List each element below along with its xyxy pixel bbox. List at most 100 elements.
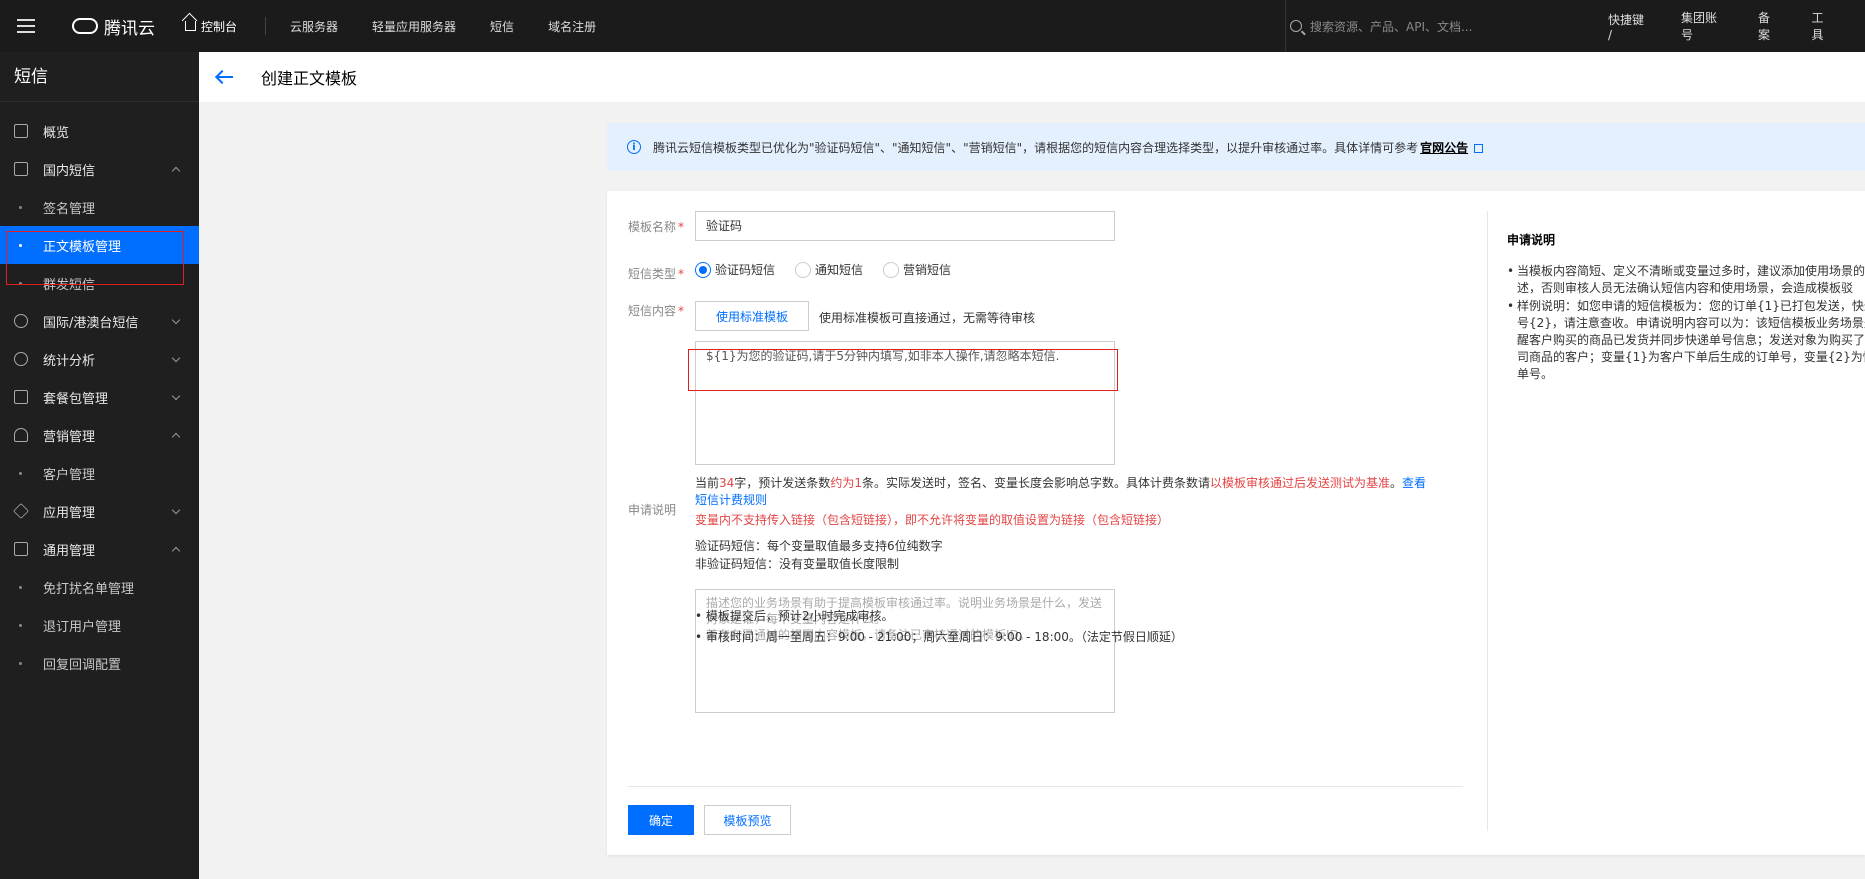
search-input[interactable]: 搜索资源、产品、API、文档...: [1290, 0, 1472, 52]
name-label: 模板名称 *: [628, 220, 685, 234]
review-note-1: • 模板提交后，预计2小时完成审核。: [695, 609, 894, 623]
sidebar-item-signature[interactable]: 签名管理: [0, 188, 199, 226]
panel-line: 述，否则审核人员无法确认短信内容和使用场景，会造成模板驳: [1517, 281, 1854, 295]
sidebar-item-label: 应用管理: [43, 505, 96, 521]
char-count-text: 当前34字，预计发送条数约为1条。实际发送时，签名、变量长度会影响总字数。具体计…: [695, 476, 1427, 507]
sidebar-item-stats[interactable]: 统计分析: [0, 340, 199, 378]
sidebar-item-template[interactable]: 正文模板管理: [0, 226, 199, 264]
console-link[interactable]: 控制台: [185, 18, 237, 35]
console-label: 控制台: [201, 19, 238, 34]
link-warning: 变量内不支持传入链接（包含短链接），即不允许将变量的取值设置为链接（包含短链接）: [695, 513, 1170, 527]
pie-chart-icon: [14, 352, 28, 366]
sidebar-item-label: 统计分析: [43, 353, 96, 369]
tools-link[interactable]: 工具: [1811, 9, 1835, 43]
info-icon: i: [627, 140, 641, 154]
logo[interactable]: 腾讯云: [72, 14, 155, 39]
sidebar-item-general[interactable]: 通用管理: [0, 530, 199, 568]
sidebar-item-domestic[interactable]: 国内短信: [0, 150, 199, 188]
top-nav: 云服务器 轻量应用服务器 短信 域名注册: [290, 18, 596, 35]
search-placeholder: 搜索资源、产品、API、文档...: [1310, 19, 1473, 34]
logo-text: 腾讯云: [104, 18, 155, 39]
chevron-up-icon: [171, 166, 181, 176]
sidebar-item-customer[interactable]: 客户管理: [0, 454, 199, 492]
bullet-dot: [19, 206, 22, 209]
panel-divider: [1487, 211, 1488, 831]
bullet-dot: [19, 624, 22, 627]
bullet-dot: [19, 244, 22, 247]
home-icon: [185, 21, 196, 31]
package-icon: [14, 390, 28, 404]
icp-link[interactable]: 备案: [1758, 9, 1782, 43]
external-link-icon[interactable]: [1474, 143, 1484, 153]
sidebar: 短信 概览 国内短信 签名管理 正文模板管理 群发短信 国际/港澳台短信 统计分…: [0, 52, 199, 879]
panel-line: 号{2}，请注意查收。申请说明内容可以为：该短信模板业务场景是: [1517, 316, 1865, 330]
form-card: 模板名称 * 验证码 短信类型 * 验证码短信 通知短信 营销短信 短信内容 * 使用…: [607, 191, 1865, 855]
sidebar-item-label: 国际/港澳台短信: [43, 315, 139, 331]
top-right-menu: 快捷键 / 集团账号 备案 工具: [1608, 0, 1865, 52]
bullet-dot: [19, 472, 22, 475]
sms-content-textarea[interactable]: ${1}为您的验证码,请于5分钟内填写,如非本人操作,请忽略本短信.: [695, 341, 1115, 465]
sidebar-item-label: 免打扰名单管理: [43, 581, 135, 597]
var-note-other: 非验证码短信：没有变量取值长度限制: [695, 557, 900, 571]
sidebar-item-label: 通用管理: [43, 543, 96, 559]
review-note-2: • 审核时间：周一至周五：9:00 - 21:00；周六至周日：9:00 - 1…: [695, 630, 1183, 644]
sidebar-item-app[interactable]: 应用管理: [0, 492, 199, 530]
type-label: 短信类型 *: [628, 267, 685, 281]
divider: [265, 17, 267, 35]
sidebar-item-group-send[interactable]: 群发短信: [0, 264, 199, 302]
sidebar-item-label: 群发短信: [43, 277, 96, 293]
nav-domain[interactable]: 域名注册: [548, 18, 596, 35]
sidebar-item-whitelist[interactable]: 免打扰名单管理: [0, 568, 199, 606]
shortcut-hint[interactable]: 快捷键 /: [1608, 11, 1651, 42]
menu-icon[interactable]: [0, 0, 52, 52]
panel-line: 单号。: [1517, 367, 1554, 381]
sidebar-item-marketing[interactable]: 营销管理: [0, 416, 199, 454]
confirm-button[interactable]: 确定: [628, 805, 694, 835]
radio-marketing[interactable]: 营销短信: [883, 261, 951, 278]
bullet-dot: [19, 282, 22, 285]
nav-lighthouse[interactable]: 轻量应用服务器: [372, 18, 456, 35]
sidebar-item-label: 营销管理: [43, 429, 96, 445]
sidebar-item-overview[interactable]: 概览: [0, 112, 199, 150]
template-form: 模板名称 * 验证码 短信类型 * 验证码短信 通知短信 营销短信 短信内容 * 使用…: [607, 191, 1487, 855]
sidebar-item-label: 回复回调配置: [43, 657, 122, 673]
sidebar-item-label: 国内短信: [43, 163, 96, 179]
group-account-link[interactable]: 集团账号: [1681, 9, 1728, 43]
info-notice: i 腾讯云短信模板类型已优化为"验证码短信"、"通知短信"、"营销短信"，请根据…: [607, 123, 1865, 171]
sidebar-item-international[interactable]: 国际/港澳台短信: [0, 302, 199, 340]
sidebar-item-callback[interactable]: 回复回调配置: [0, 644, 199, 682]
panel-line: • 当模板内容简短、定义不清晰或变量过多时，建议添加使用场景的: [1507, 264, 1865, 278]
content-label: 短信内容 *: [628, 304, 685, 318]
nav-sms[interactable]: 短信: [490, 18, 514, 35]
panel-line: 司商品的客户；变量{1}为客户下单后生成的订单号，变量{2}为快递: [1517, 350, 1865, 364]
var-note-verification: 验证码短信：每个变量取值最多支持6位纯数字: [695, 539, 943, 553]
radio-verification[interactable]: 验证码短信: [695, 261, 775, 278]
radio-notification[interactable]: 通知短信: [795, 261, 863, 278]
sidebar-item-label: 签名管理: [43, 201, 96, 217]
bullet-dot: [19, 662, 22, 665]
mail-icon: [14, 162, 28, 176]
sidebar-item-label: 退订用户管理: [43, 619, 122, 635]
type-radio-group: 验证码短信 通知短信 营销短信: [695, 261, 951, 278]
sidebar-item-label: 套餐包管理: [43, 391, 109, 407]
notice-link[interactable]: 官网公告: [1420, 141, 1468, 155]
desc-label: 申请说明: [628, 503, 677, 517]
template-name-input[interactable]: 验证码: [695, 211, 1115, 241]
layers-icon: [13, 503, 29, 519]
divider: [628, 786, 1463, 787]
back-arrow-icon[interactable]: [217, 76, 233, 78]
chevron-up-icon: [171, 432, 181, 442]
sidebar-item-label: 概览: [43, 125, 70, 141]
user-icon: [14, 428, 28, 442]
globe-icon: [14, 314, 28, 328]
sidebar-item-package[interactable]: 套餐包管理: [0, 378, 199, 416]
nav-cvm[interactable]: 云服务器: [290, 18, 338, 35]
sliders-icon: [14, 542, 28, 556]
search-divider: [1285, 0, 1286, 52]
template-preview-button[interactable]: 模板预览: [704, 805, 791, 835]
search-icon: [1290, 20, 1302, 32]
sidebar-item-unsubscribe[interactable]: 退订用户管理: [0, 606, 199, 644]
use-standard-template-button[interactable]: 使用标准模板: [695, 301, 809, 331]
bullet-dot: [19, 586, 22, 589]
panel-title: 申请说明: [1507, 233, 1556, 247]
